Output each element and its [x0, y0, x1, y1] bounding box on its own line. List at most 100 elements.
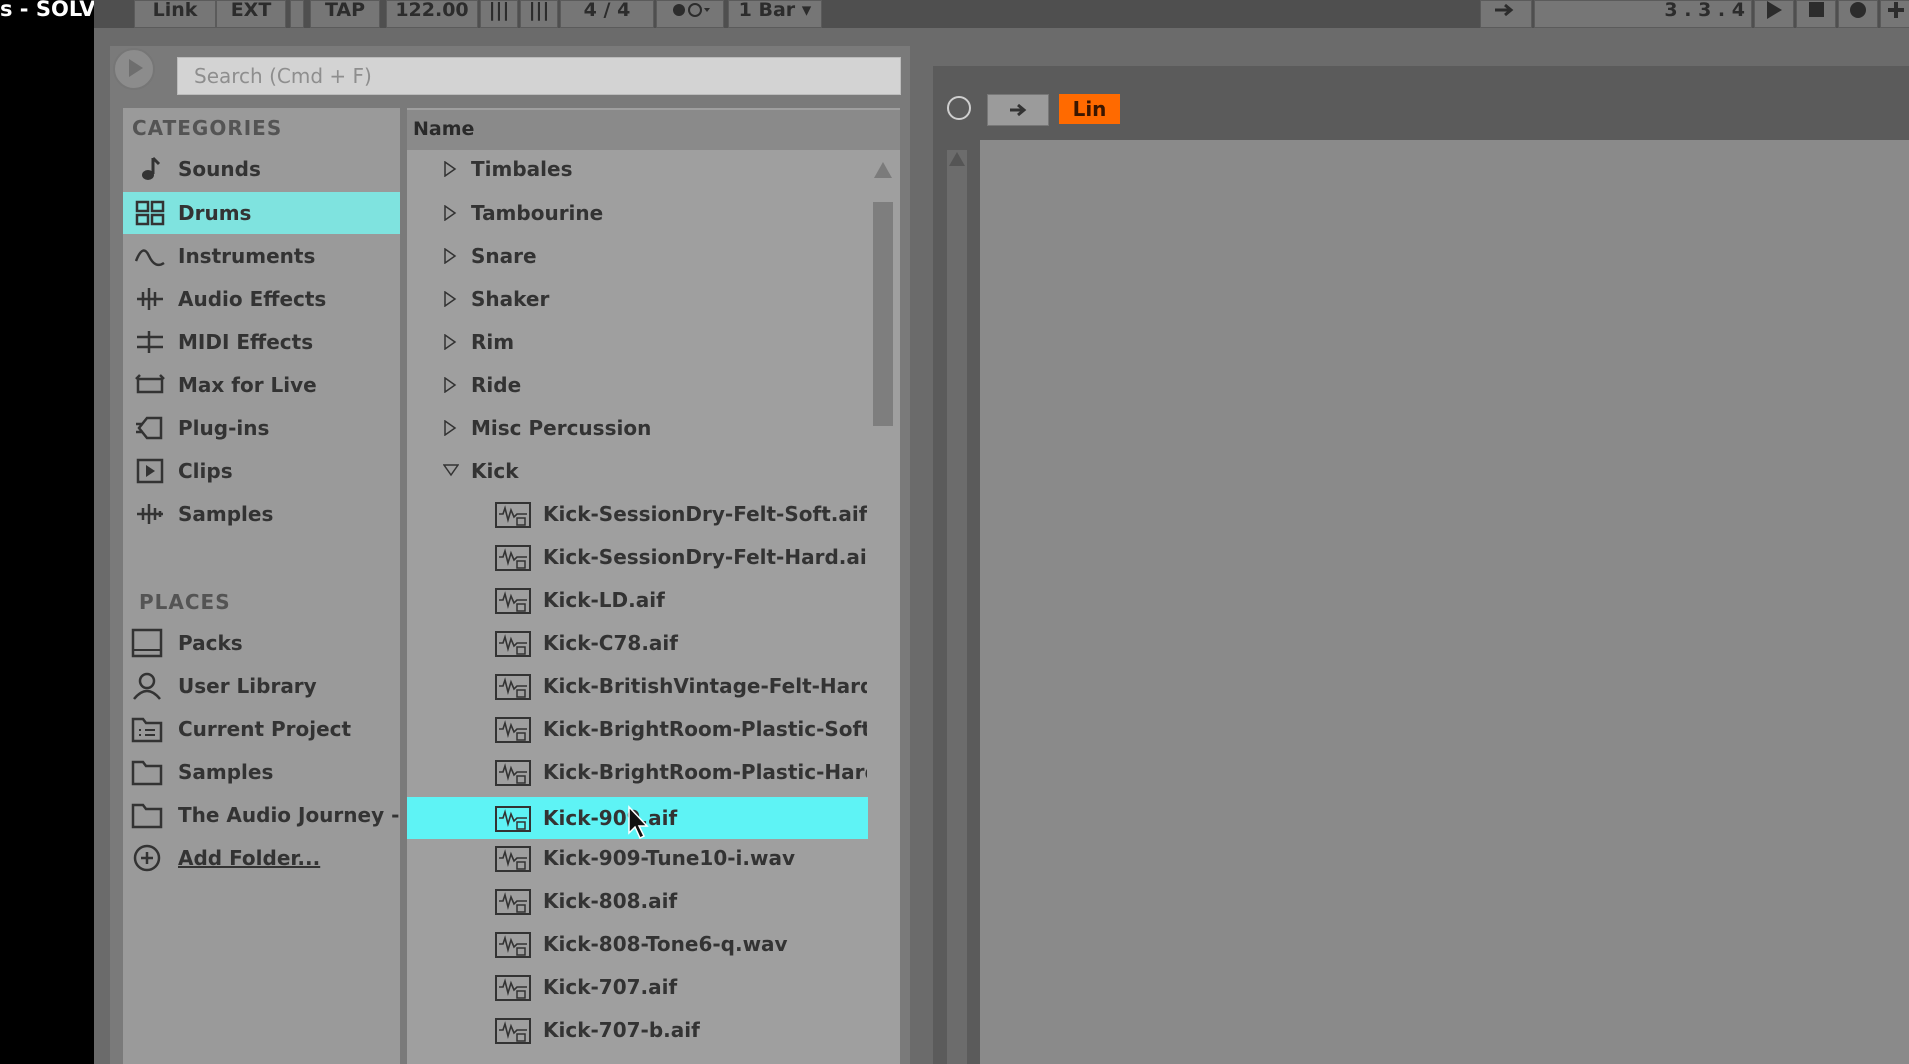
file-row[interactable]: Kick-LD.aif: [407, 579, 867, 621]
folder-row[interactable]: Shaker: [407, 278, 867, 320]
file-row[interactable]: Kick-SessionDry-Felt-Hard.aif: [407, 536, 867, 578]
folder-row[interactable]: Snare: [407, 235, 867, 277]
audio-file-icon: [495, 545, 531, 571]
position-bar: 3: [1664, 0, 1678, 21]
category-label: Instruments: [178, 244, 316, 268]
file-row[interactable]: Kick-SessionDry-Felt-Soft.aif: [407, 493, 867, 535]
transport-bar: Link EXT TAP 122.00 ||| ||| 4 / 4 1 Bar …: [94, 0, 1909, 28]
file-row[interactable]: Kick-808-Tone6-q.wav: [407, 923, 867, 965]
file-row[interactable]: Kick-BrightRoom-Plastic-Soft.aif: [407, 708, 867, 750]
file-row[interactable]: Kick-C78.aif: [407, 622, 867, 664]
nudge-up-button[interactable]: |||: [520, 0, 558, 28]
folder-label: Ride: [471, 373, 522, 397]
category-label: Max for Live: [178, 373, 317, 397]
mouse-cursor-icon: [628, 805, 649, 840]
audio-effects-icon: [137, 288, 163, 310]
category-max-for-live[interactable]: Max for Live: [123, 364, 400, 406]
overdub-button[interactable]: [1880, 0, 1909, 28]
audio-file-icon: [495, 760, 531, 786]
folder-row[interactable]: Rim: [407, 321, 867, 363]
file-row[interactable]: Kick-707-b.aif: [407, 1009, 867, 1051]
detail-scroll-strip[interactable]: [947, 150, 967, 1064]
stop-button[interactable]: [1796, 0, 1836, 28]
expand-triangle-icon: [444, 205, 457, 221]
categories-title: CATEGORIES: [132, 116, 283, 140]
category-samples[interactable]: Samples: [123, 493, 400, 535]
place-user-library[interactable]: User Library: [123, 665, 400, 707]
song-position[interactable]: 3 . 3 . 4: [1534, 0, 1752, 28]
folder-row[interactable]: Timbales: [407, 148, 867, 190]
nudge-down-button[interactable]: |||: [480, 0, 518, 28]
audio-file-icon: [495, 975, 531, 1001]
category-sounds[interactable]: Sounds: [123, 148, 400, 190]
folder-label: Misc Percussion: [471, 416, 652, 440]
quantize-value: 1 Bar: [738, 0, 796, 21]
expand-triangle-icon: [444, 161, 457, 177]
category-audio-effects[interactable]: Audio Effects: [123, 278, 400, 320]
place-samples[interactable]: Samples: [123, 751, 400, 793]
category-midi-effects[interactable]: MIDI Effects: [123, 321, 400, 363]
scroll-up-arrow-icon[interactable]: [873, 160, 893, 180]
category-label: Sounds: [178, 157, 261, 181]
folder-label: Timbales: [471, 157, 573, 181]
grid-icon: [135, 200, 165, 226]
metronome-button[interactable]: [656, 0, 724, 28]
clip-icon: [136, 458, 164, 484]
search-input[interactable]: Search (Cmd + F): [177, 57, 901, 95]
place-packs[interactable]: Packs: [123, 622, 400, 664]
folder-row[interactable]: Misc Percussion: [407, 407, 867, 449]
quantize-select[interactable]: 1 Bar ▾: [728, 0, 822, 28]
audio-file-icon: [495, 889, 531, 915]
follow-toggle-button[interactable]: [987, 94, 1049, 126]
plus-icon: [1887, 2, 1904, 18]
detail-canvas: [980, 140, 1909, 1064]
scrollbar-thumb[interactable]: [873, 202, 893, 426]
place-current-project[interactable]: Current Project: [123, 708, 400, 750]
file-row[interactable]: Kick-909-Tune10-i.wav: [407, 837, 867, 879]
file-row[interactable]: Kick-808.aif: [407, 880, 867, 922]
expand-triangle-icon: [444, 248, 457, 264]
file-row[interactable]: Kick-BritishVintage-Felt-Hard.aif: [407, 665, 867, 707]
hot-swap-icon[interactable]: [947, 96, 971, 120]
project-folder-icon: [131, 717, 163, 743]
file-label: Kick-SessionDry-Felt-Hard.aif: [543, 545, 867, 569]
file-row[interactable]: Kick-707.aif: [407, 966, 867, 1008]
ext-button[interactable]: EXT: [216, 0, 286, 28]
record-button[interactable]: [1838, 0, 1878, 28]
category-label: Plug-ins: [178, 416, 270, 440]
file-row[interactable]: Kick-BrightRoom-Plastic-Hard.aif: [407, 751, 867, 793]
folder-row-open[interactable]: Kick: [407, 450, 867, 492]
play-button[interactable]: [1754, 0, 1794, 28]
column-header-label: Name: [413, 118, 475, 140]
category-label: Clips: [178, 459, 233, 483]
audio-file-icon: [495, 846, 531, 872]
category-plug-ins[interactable]: Plug-ins: [123, 407, 400, 449]
place-audio-journey[interactable]: The Audio Journey -: [123, 794, 400, 836]
waveform-icon: [135, 249, 165, 267]
metronome-icon: [673, 3, 710, 17]
tempo-field[interactable]: 122.00: [386, 0, 478, 28]
time-signature[interactable]: 4 / 4: [560, 0, 654, 28]
follow-button[interactable]: [1480, 0, 1532, 28]
name-column-header[interactable]: Name: [407, 110, 900, 150]
tap-button[interactable]: TAP: [310, 0, 380, 28]
folder-label: Snare: [471, 244, 537, 268]
add-folder-button[interactable]: Add Folder...: [123, 837, 400, 879]
play-icon: [129, 59, 143, 77]
category-drums[interactable]: Drums: [123, 192, 400, 234]
place-label: Samples: [178, 760, 274, 784]
scroll-up-arrow-icon: [949, 152, 965, 166]
file-label: Kick-BritishVintage-Felt-Hard.aif: [543, 674, 867, 698]
category-clips[interactable]: Clips: [123, 450, 400, 492]
folder-row[interactable]: Tambourine: [407, 192, 867, 234]
category-instruments[interactable]: Instruments: [123, 235, 400, 277]
audio-file-icon: [495, 1018, 531, 1044]
sample-icon: [137, 504, 163, 524]
ext-divider: [290, 0, 304, 28]
preview-button[interactable]: [113, 48, 155, 90]
file-label: Kick-BrightRoom-Plastic-Hard.aif: [543, 760, 867, 784]
folder-row[interactable]: Ride: [407, 364, 867, 406]
lin-button[interactable]: Lin: [1059, 94, 1120, 124]
category-label: Drums: [178, 201, 252, 225]
link-button[interactable]: Link: [134, 0, 216, 28]
